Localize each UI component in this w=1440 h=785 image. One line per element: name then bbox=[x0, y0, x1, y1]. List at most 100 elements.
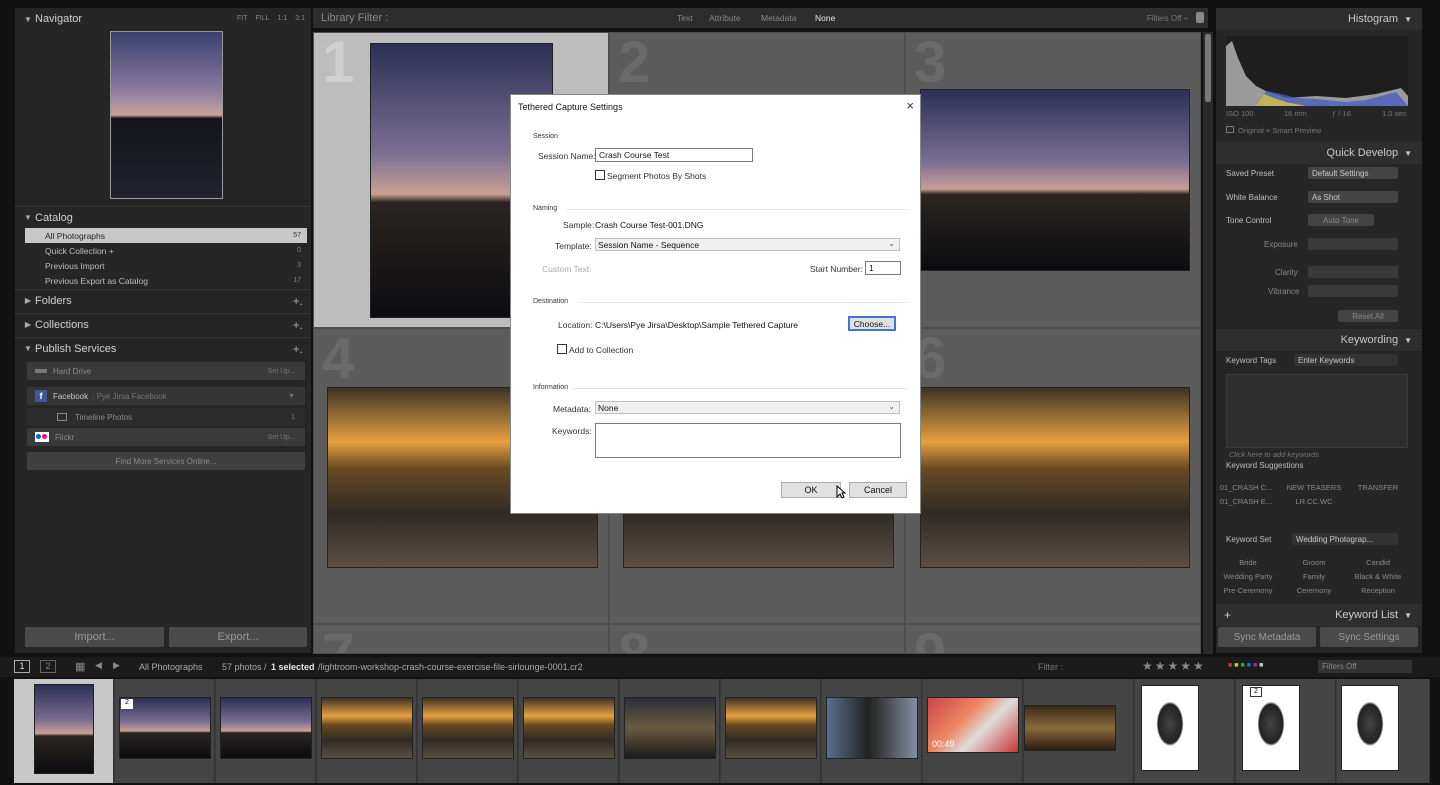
filmstrip-cell[interactable] bbox=[519, 679, 619, 783]
grid-cell-7[interactable]: 7 bbox=[313, 624, 609, 654]
filter-presets-dropdown[interactable]: Filters Off ÷ bbox=[1147, 14, 1188, 23]
keyword-set-item[interactable]: Groom bbox=[1284, 558, 1344, 567]
session-name-input[interactable]: Crash Course Test bbox=[595, 148, 753, 162]
keywords-input[interactable] bbox=[595, 423, 901, 458]
navigator-preview-image[interactable] bbox=[110, 31, 223, 199]
filmstrip-cell[interactable] bbox=[1337, 679, 1430, 783]
filmstrip-cell[interactable]: 2 bbox=[1236, 679, 1336, 783]
keyword-suggestion[interactable]: NEW TEASERS bbox=[1284, 483, 1344, 492]
filmstrip-cell[interactable] bbox=[721, 679, 821, 783]
filmstrip-thumb-sunset[interactable] bbox=[523, 697, 615, 759]
close-icon[interactable]: × bbox=[906, 98, 914, 113]
filter-tab-attribute[interactable]: Attribute bbox=[709, 13, 741, 23]
chevron-down-icon[interactable]: ▼ bbox=[288, 393, 295, 400]
filmstrip-cell[interactable] bbox=[1135, 679, 1235, 783]
find-more-services-button[interactable]: Find More Services Online... bbox=[27, 452, 305, 470]
filmstrip-cell-selected[interactable] bbox=[14, 679, 114, 783]
catalog-item-previous-export[interactable]: Previous Export as Catalog 17 bbox=[25, 273, 307, 288]
histogram-graph[interactable] bbox=[1226, 36, 1408, 106]
catalog-header[interactable]: ▼ Catalog bbox=[15, 206, 311, 228]
filmstrip-cell[interactable] bbox=[1024, 679, 1134, 783]
grid-view-icon[interactable]: ▦ bbox=[75, 660, 85, 673]
zoom-1-1[interactable]: 1:1 bbox=[278, 15, 288, 22]
grid-scrollbar[interactable] bbox=[1203, 32, 1213, 654]
star-rating-filter-icon[interactable]: ★★★★★ bbox=[1142, 659, 1206, 673]
filter-tab-metadata[interactable]: Metadata bbox=[761, 13, 796, 23]
keyword-suggestion[interactable]: 01_CRASH E... bbox=[1216, 497, 1276, 506]
filmstrip-cell[interactable]: 00:49 bbox=[923, 679, 1023, 783]
filmstrip-thumb-video[interactable]: 00:49 bbox=[927, 697, 1019, 753]
sync-metadata-button[interactable]: Sync Metadata bbox=[1218, 627, 1316, 647]
keyword-set-item[interactable]: Candid bbox=[1348, 558, 1408, 567]
auto-tone-button[interactable]: Auto Tone bbox=[1308, 214, 1374, 226]
filmstrip-cell[interactable] bbox=[822, 679, 922, 783]
exposure-stepper[interactable] bbox=[1308, 238, 1398, 250]
filmstrip-thumb-athlete[interactable] bbox=[1141, 685, 1199, 771]
add-publish-service-icon[interactable]: +. bbox=[293, 342, 303, 356]
keyword-set-item[interactable]: Wedding Party bbox=[1218, 572, 1278, 581]
catalog-item-all-photographs[interactable]: All Photographs 57 bbox=[25, 228, 307, 243]
metadata-select[interactable]: None ⌄ bbox=[595, 401, 900, 414]
keyword-set-item[interactable]: Ceremony bbox=[1284, 586, 1344, 595]
navigator-header[interactable]: ▼ Navigator FIT FILL 1:1 3:1 bbox=[15, 8, 311, 30]
keywords-textarea[interactable]: Click here to add keywords bbox=[1226, 374, 1408, 459]
grid-cell-6[interactable]: 6 bbox=[905, 328, 1201, 624]
filmstrip-thumb-temple[interactable] bbox=[34, 684, 94, 774]
filmstrip-cell[interactable]: 2 bbox=[115, 679, 215, 783]
keyword-suggestion[interactable]: TRANSFER bbox=[1348, 483, 1408, 492]
filter-tab-none[interactable]: None bbox=[815, 13, 835, 23]
add-to-collection-checkbox[interactable] bbox=[557, 344, 567, 354]
primary-display-button[interactable]: 1 bbox=[14, 660, 30, 673]
hard-drive-setup-link[interactable]: Set Up... bbox=[268, 368, 295, 375]
grid-cell-3[interactable]: 3 bbox=[905, 32, 1201, 328]
filmstrip-thumb-sunset[interactable] bbox=[321, 697, 413, 759]
template-select[interactable]: Session Name - Sequence ⌄ bbox=[595, 238, 900, 251]
zoom-fit[interactable]: FIT bbox=[237, 15, 248, 22]
smart-preview-status[interactable]: Original + Smart Preview bbox=[1226, 126, 1321, 135]
add-collection-icon[interactable]: +. bbox=[293, 318, 303, 332]
filmstrip-cell[interactable] bbox=[418, 679, 518, 783]
zoom-fill[interactable]: FILL bbox=[256, 15, 270, 22]
publish-timeline-photos[interactable]: Timeline Photos 1 bbox=[27, 408, 305, 426]
filmstrip-cell[interactable] bbox=[216, 679, 316, 783]
filmstrip-filter-select[interactable]: Filters Off bbox=[1318, 660, 1412, 673]
add-folder-icon[interactable]: +. bbox=[293, 294, 303, 308]
filmstrip-thumb-couple[interactable] bbox=[1024, 705, 1116, 751]
filter-tab-text[interactable]: Text bbox=[677, 13, 693, 23]
secondary-display-button[interactable]: 2 bbox=[40, 660, 56, 673]
choose-button[interactable]: Choose... bbox=[848, 316, 896, 331]
flickr-setup-link[interactable]: Set Up... bbox=[268, 434, 295, 441]
segment-photos-checkbox[interactable] bbox=[595, 170, 605, 180]
sync-settings-button[interactable]: Sync Settings bbox=[1320, 627, 1418, 647]
grid-cell-8[interactable]: 8 bbox=[609, 624, 905, 654]
keyword-tags-select[interactable]: Enter Keywords bbox=[1294, 354, 1398, 366]
filmstrip-source[interactable]: All Photographs bbox=[139, 662, 203, 672]
reset-all-button[interactable]: Reset All bbox=[1338, 310, 1398, 322]
scrollbar-thumb[interactable] bbox=[1205, 34, 1211, 102]
keyword-set-item[interactable]: Family bbox=[1284, 572, 1344, 581]
catalog-item-previous-import[interactable]: Previous Import 3 bbox=[25, 258, 307, 273]
quick-develop-header[interactable]: Quick Develop ▼ bbox=[1216, 142, 1422, 164]
keyword-set-item[interactable]: Black & White bbox=[1348, 572, 1408, 581]
filmstrip-file-path[interactable]: /lightroom-workshop-crash-course-exercis… bbox=[318, 662, 583, 672]
folders-header[interactable]: ▶ Folders +. bbox=[15, 289, 311, 311]
export-button[interactable]: Export... bbox=[169, 627, 307, 647]
filmstrip-thumb-sunset[interactable] bbox=[725, 697, 817, 759]
sunset-photo-thumb[interactable] bbox=[920, 387, 1190, 568]
filmstrip-thumb-temple[interactable] bbox=[220, 697, 312, 759]
lock-icon[interactable] bbox=[1196, 12, 1204, 23]
collections-header[interactable]: ▶ Collections +. bbox=[15, 313, 311, 335]
ok-button[interactable]: OK bbox=[781, 482, 841, 498]
publish-hard-drive[interactable]: Hard Drive Set Up... bbox=[27, 362, 305, 380]
add-keyword-icon[interactable]: + bbox=[1224, 608, 1231, 622]
publish-services-header[interactable]: ▼ Publish Services +. bbox=[15, 337, 311, 359]
previous-arrow-icon[interactable]: ◀ bbox=[95, 660, 102, 671]
keywording-header[interactable]: Keywording ▼ bbox=[1216, 329, 1422, 351]
color-label-filter-icon[interactable]: ■■■■■■ bbox=[1228, 662, 1265, 669]
filmstrip-thumb-sunset[interactable] bbox=[422, 697, 514, 759]
saved-preset-select[interactable]: Default Settings bbox=[1308, 167, 1398, 179]
vibrance-stepper[interactable] bbox=[1308, 285, 1398, 297]
keyword-set-item[interactable]: Bride bbox=[1218, 558, 1278, 567]
clarity-stepper[interactable] bbox=[1308, 266, 1398, 278]
grid-cell-9[interactable]: 9 bbox=[905, 624, 1201, 654]
